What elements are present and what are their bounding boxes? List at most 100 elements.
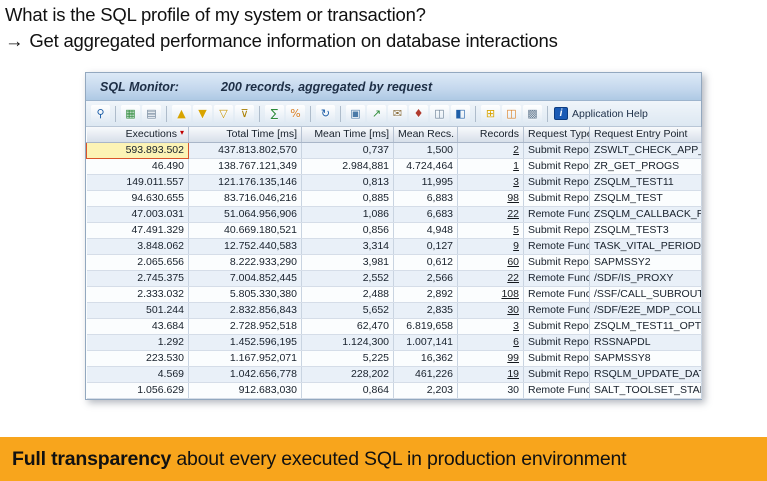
cell-records[interactable]: 99 [458, 350, 524, 366]
cell-mean_recs: 2,566 [394, 270, 458, 286]
column-header-entry_point[interactable]: Request Entry Point [590, 127, 702, 142]
cell-mean_recs: 1,500 [394, 142, 458, 158]
cell-executions: 149.011.557 [87, 174, 189, 190]
cell-mean_recs: 6,883 [394, 190, 458, 206]
cell-records[interactable]: 1 [458, 158, 524, 174]
view-table-icon[interactable]: ▦ [121, 105, 140, 122]
cell-total_time: 5.805.330,380 [189, 286, 302, 302]
window-title-info: 200 records, aggregated by request [221, 80, 432, 94]
copy-icon[interactable]: ◫ [430, 105, 449, 122]
table-row: 2.065.6568.222.933,2903,9810,61260Submit… [87, 254, 702, 270]
heading-answer: →Get aggregated performance information … [5, 28, 558, 54]
window-titlebar: SQL Monitor: 200 records, aggregated by … [86, 73, 701, 101]
cell-mean_recs: 11,995 [394, 174, 458, 190]
mail-icon[interactable]: ✉ [388, 105, 407, 122]
cell-mean_recs: 0,127 [394, 238, 458, 254]
cell-records[interactable]: 5 [458, 222, 524, 238]
application-help-label: Application Help [572, 108, 648, 120]
cell-total_time: 51.064.956,906 [189, 206, 302, 222]
cell-records[interactable]: 22 [458, 206, 524, 222]
cell-records[interactable]: 3 [458, 318, 524, 334]
sort-descending-indicator-icon: ▾ [180, 128, 184, 137]
heading-answer-text: Get aggregated performance information o… [29, 30, 557, 51]
application-help-button[interactable]: i Application Help [554, 107, 648, 120]
cell-entry_point: ZSQLM_TEST11 [590, 174, 702, 190]
column-header-total_time[interactable]: Total Time [ms] [189, 127, 302, 142]
sql-monitor-table: Executions▾Total Time [ms]Mean Time [ms]… [86, 127, 702, 399]
cell-records[interactable]: 108 [458, 286, 524, 302]
column-header-records[interactable]: Records [458, 127, 524, 142]
table-row: 501.2442.832.856,8435,6522,83530Remote F… [87, 302, 702, 318]
toolbar-separator [547, 106, 548, 122]
cell-executions: 223.530 [87, 350, 189, 366]
refresh-icon[interactable]: ↻ [316, 105, 335, 122]
cell-executions[interactable]: 593.893.502 [87, 142, 189, 158]
cell-entry_point: /SDF/E2E_MDP_COLLECTOR [590, 302, 702, 318]
cell-records[interactable]: 3 [458, 174, 524, 190]
cell-executions: 3.848.062 [87, 238, 189, 254]
save-icon[interactable]: ▣ [346, 105, 365, 122]
grid-view-icon[interactable]: ⊞ [481, 105, 500, 122]
cell-request_type: Submit Report [524, 334, 590, 350]
cell-records[interactable]: 60 [458, 254, 524, 270]
cell-entry_point: SAPMSSY2 [590, 254, 702, 270]
sort-descending-icon[interactable]: ▼ [193, 105, 212, 122]
cell-records[interactable]: 2 [458, 142, 524, 158]
column-header-mean_recs[interactable]: Mean Recs. [394, 127, 458, 142]
column-header-mean_time[interactable]: Mean Time [ms] [302, 127, 394, 142]
cell-entry_point: SALT_TOOLSET_STARTER [590, 382, 702, 398]
cell-entry_point: ZSQLM_TEST [590, 190, 702, 206]
cell-executions: 1.056.629 [87, 382, 189, 398]
sum-icon[interactable]: ∑ [265, 105, 284, 122]
cell-entry_point: RSSNAPDL [590, 334, 702, 350]
cell-records[interactable]: 6 [458, 334, 524, 350]
toolbar-separator [340, 106, 341, 122]
details-icon[interactable]: ⚲ [91, 105, 110, 122]
cell-request_type: Submit Report [524, 222, 590, 238]
cell-records[interactable]: 9 [458, 238, 524, 254]
filter-icon[interactable]: ▽ [214, 105, 233, 122]
cell-records[interactable]: 19 [458, 366, 524, 382]
cell-mean_recs: 0,612 [394, 254, 458, 270]
banner-rest-text: about every executed SQL in production e… [171, 448, 626, 470]
table-header-row: Executions▾Total Time [ms]Mean Time [ms]… [87, 127, 702, 142]
crystal-icon[interactable]: ♦ [409, 105, 428, 122]
pivot-view-icon[interactable]: ▩ [523, 105, 542, 122]
cell-mean_time: 62,470 [302, 318, 394, 334]
cell-request_type: Submit Report [524, 366, 590, 382]
table-row: 593.893.502437.813.802,5700,7371,5002Sub… [87, 142, 702, 158]
cell-mean_time: 0,864 [302, 382, 394, 398]
cell-view-icon[interactable]: ◫ [502, 105, 521, 122]
cell-records[interactable]: 98 [458, 190, 524, 206]
table-row: 223.5301.167.952,0715,22516,36299Submit … [87, 350, 702, 366]
cell-executions: 4.569 [87, 366, 189, 382]
cell-executions: 46.490 [87, 158, 189, 174]
cell-mean_time: 3,314 [302, 238, 394, 254]
column-header-request_type[interactable]: Request Type [524, 127, 590, 142]
cell-request_type: Submit Report [524, 158, 590, 174]
cell-entry_point: /SSF/CALL_SUBROUTINE_RFC [590, 286, 702, 302]
cell-mean_time: 0,856 [302, 222, 394, 238]
view-detail-icon[interactable]: ▤ [142, 105, 161, 122]
table-row: 4.5691.042.656,778228,202461,22619Submit… [87, 366, 702, 382]
delete-filter-icon[interactable]: ⊽ [235, 105, 254, 122]
cell-mean_recs: 2,892 [394, 286, 458, 302]
table-row: 3.848.06212.752.440,5833,3140,1279Remote… [87, 238, 702, 254]
cell-mean_time: 2,488 [302, 286, 394, 302]
percentage-icon[interactable]: % [286, 105, 305, 122]
cell-mean_time: 0,737 [302, 142, 394, 158]
column-header-executions[interactable]: Executions▾ [87, 127, 189, 142]
cell-executions: 47.003.031 [87, 206, 189, 222]
cell-total_time: 1.167.952,071 [189, 350, 302, 366]
export-icon[interactable]: ↗ [367, 105, 386, 122]
sql-monitor-window: SQL Monitor: 200 records, aggregated by … [85, 72, 702, 400]
cell-entry_point: RSQLM_UPDATE_DATA [590, 366, 702, 382]
cell-mean_time: 5,652 [302, 302, 394, 318]
cell-records[interactable]: 22 [458, 270, 524, 286]
sort-ascending-icon[interactable]: ▲ [172, 105, 191, 122]
chart-icon[interactable]: ◧ [451, 105, 470, 122]
cell-mean_time: 5,225 [302, 350, 394, 366]
cell-mean_recs: 2,203 [394, 382, 458, 398]
cell-records[interactable]: 30 [458, 302, 524, 318]
cell-executions: 501.244 [87, 302, 189, 318]
